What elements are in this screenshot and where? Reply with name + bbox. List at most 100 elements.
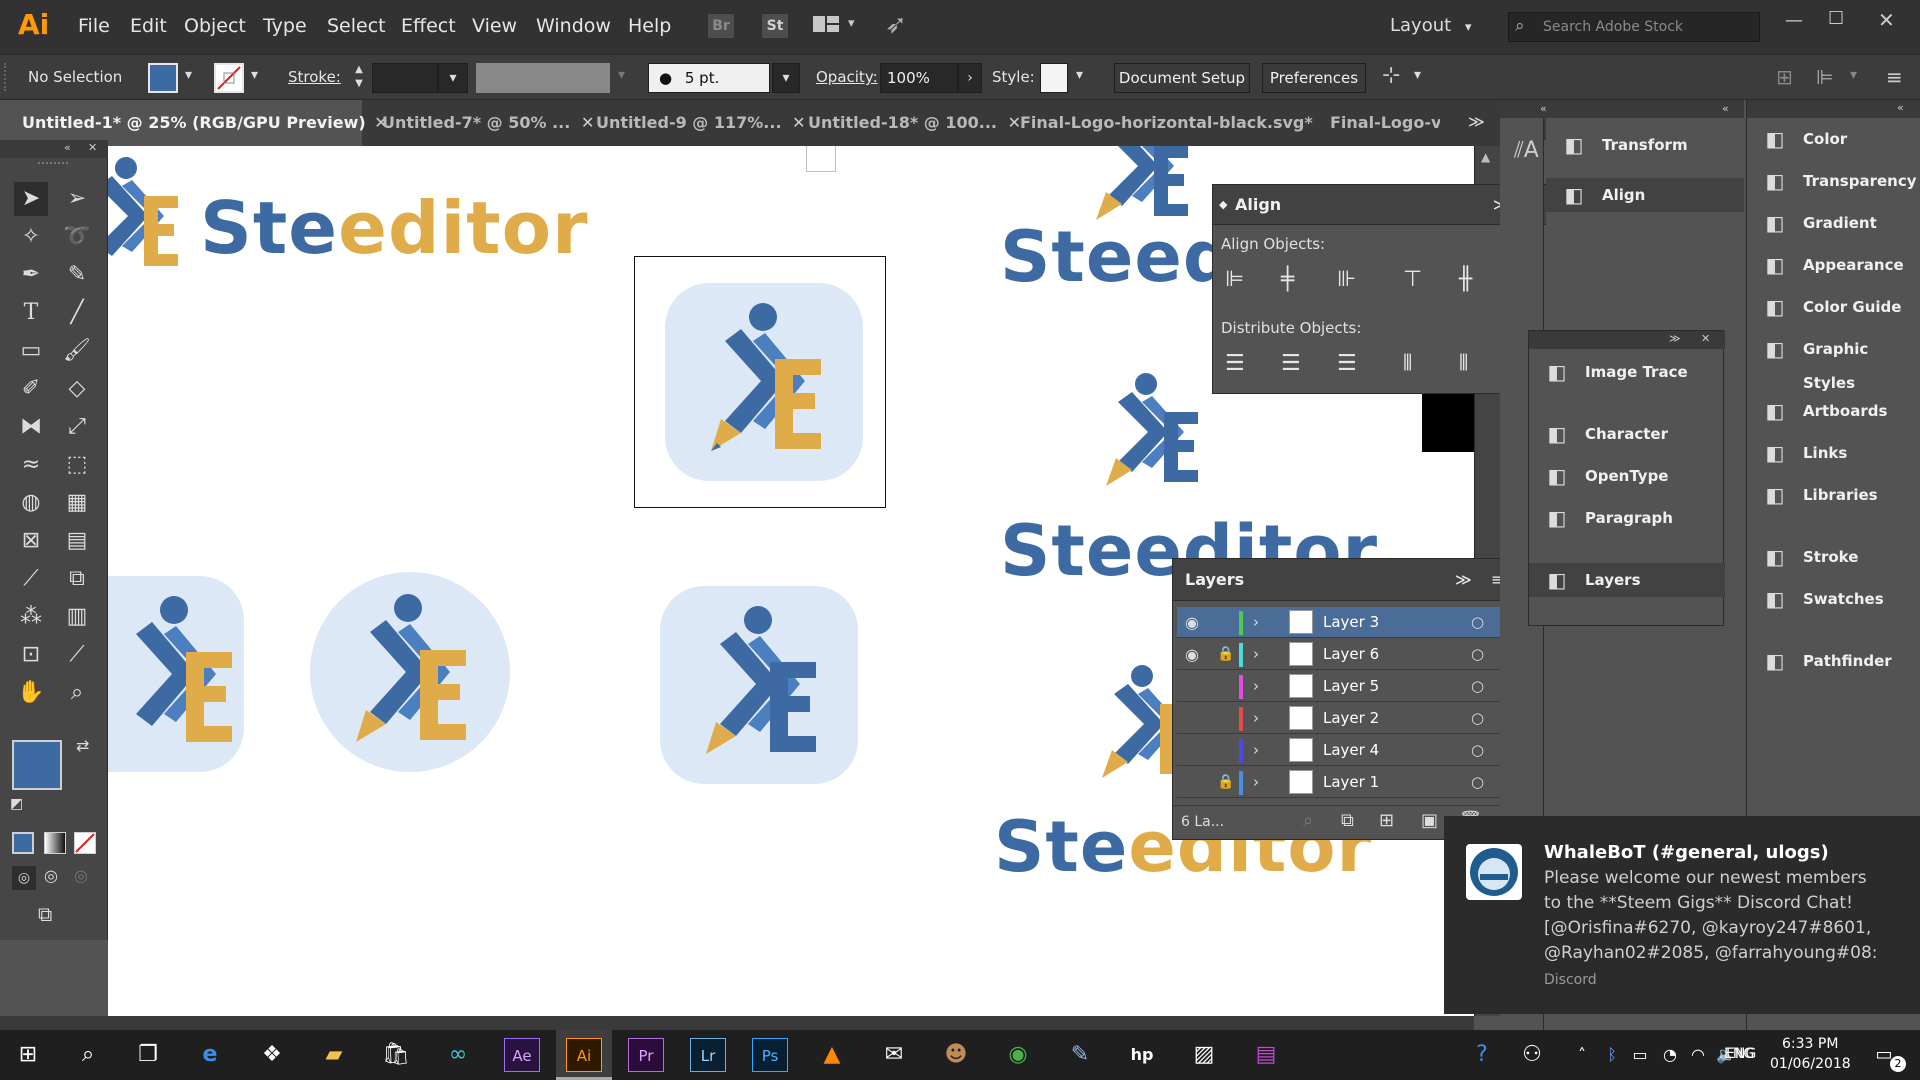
layer-row[interactable]: › Layer 2 ○ — [1177, 703, 1503, 734]
curvature-tool-icon[interactable]: ✎ — [60, 258, 94, 292]
expand-chevron-icon[interactable]: › — [1253, 671, 1259, 702]
gpu-performance-icon[interactable]: ➶ — [885, 10, 907, 40]
stroke-swatch[interactable] — [214, 63, 244, 93]
premiere-icon[interactable]: Pr — [628, 1038, 664, 1072]
menu-window[interactable]: Window — [536, 15, 611, 37]
close-icon[interactable]: ✕ — [88, 141, 97, 154]
layer-name[interactable]: Layer 3 — [1323, 607, 1379, 638]
language-label[interactable]: ENG — [1726, 1046, 1756, 1062]
width-tool-icon[interactable]: ≈ — [14, 448, 48, 482]
default-colors-icon[interactable]: ◩ — [10, 796, 23, 812]
dock-item-libraries[interactable]: ◧ Libraries — [1747, 478, 1920, 512]
expand-chevron-icon[interactable]: › — [1253, 639, 1259, 670]
search-input[interactable]: Search Adobe Stock — [1543, 19, 1683, 35]
close-icon[interactable]: ✕ — [581, 100, 594, 146]
windows-start-icon[interactable]: ⊞ — [10, 1038, 46, 1072]
gradient-mode-icon[interactable] — [44, 832, 66, 854]
symbol-sprayer-tool-icon[interactable]: ⁂ — [14, 600, 48, 634]
dropbox-icon[interactable]: ❖ — [254, 1038, 290, 1072]
stroke-weight-input[interactable] — [372, 63, 438, 93]
lasso-tool-icon[interactable]: ➰ — [60, 220, 94, 254]
visibility-eye-icon[interactable]: ◉ — [1185, 639, 1199, 670]
dock-item-paragraph[interactable]: ◧ Paragraph — [1529, 501, 1725, 535]
stroke-weight-stepper[interactable]: ▲ ▼ — [350, 63, 368, 93]
selected-badge-frame[interactable] — [634, 256, 886, 508]
lightroom-icon[interactable]: Lr — [690, 1038, 726, 1072]
stock-button[interactable]: St — [762, 14, 788, 38]
align-top-icon[interactable]: ⊤ — [1403, 267, 1422, 292]
fill-color-large[interactable] — [12, 740, 62, 790]
arrange-documents-icon[interactable] — [812, 14, 842, 36]
layer-name[interactable]: Layer 6 — [1323, 639, 1379, 670]
layer-row[interactable]: › Layer 5 ○ — [1177, 671, 1503, 702]
align-to-icon[interactable]: ⊫ — [1816, 65, 1833, 89]
hand-tool-icon[interactable]: ✋ — [14, 676, 48, 710]
dock-item-pathfinder[interactable]: ◧ Pathfinder — [1747, 644, 1920, 678]
chevron-down-icon[interactable]: ▾ — [1414, 67, 1421, 83]
panel-toggle-icon[interactable]: ⊞ — [1776, 65, 1793, 89]
selection-tool-icon[interactable]: ➤ — [14, 182, 48, 216]
pen-tool-icon[interactable]: ✒ — [14, 258, 48, 292]
close-icon[interactable]: ✕ — [792, 100, 805, 146]
winrar-icon[interactable]: ▤ — [1248, 1038, 1284, 1072]
lock-icon[interactable]: 🔒 — [1217, 767, 1234, 798]
people-icon[interactable]: ⚇ — [1514, 1038, 1550, 1072]
file-explorer-icon[interactable]: ▰ — [316, 1038, 352, 1072]
stroke-weight-dropdown[interactable]: ▾ — [438, 63, 468, 93]
photos-icon[interactable]: ▨ — [1186, 1038, 1222, 1072]
menu-select[interactable]: Select — [327, 15, 386, 37]
collapse-icon[interactable]: « — [1897, 101, 1904, 114]
photoshop-icon[interactable]: Ps — [752, 1038, 788, 1072]
reflect-tool-icon[interactable]: ⧓ — [14, 410, 48, 444]
shaper-tool-icon[interactable]: ✐ — [14, 372, 48, 406]
dock-item-swatches[interactable]: ◧ Swatches — [1747, 582, 1920, 616]
stroke-label[interactable]: Stroke: — [288, 68, 341, 86]
dock-item-gradient[interactable]: ◧ Gradient — [1747, 206, 1920, 240]
gradient-tool-icon[interactable]: ▤ — [60, 524, 94, 558]
touch-type-icon[interactable]: ⫽A — [1514, 138, 1539, 163]
dock-item-graphic-styles[interactable]: ◧ Graphic Styles — [1747, 332, 1920, 392]
color-mode-icon[interactable] — [12, 832, 34, 854]
layer-row[interactable]: 🔒 › Layer 1 ○ — [1177, 767, 1503, 798]
collapse-icon[interactable]: « — [1722, 102, 1729, 115]
collapse-icon[interactable]: « — [1540, 102, 1547, 115]
distribute-hcenter-icon[interactable]: ⫴ — [1459, 351, 1468, 376]
expand-chevron-icon[interactable]: › — [1253, 703, 1259, 734]
create-sublayer-icon[interactable]: ⊞ — [1379, 810, 1394, 831]
infinity-app-icon[interactable]: ∞ — [440, 1038, 476, 1072]
help-icon[interactable]: ? — [1464, 1038, 1500, 1072]
dock-item-artboards[interactable]: ◧ Artboards — [1747, 394, 1920, 428]
layer-name[interactable]: Layer 1 — [1323, 767, 1379, 798]
layer-row[interactable]: ◉ 🔒 › Layer 6 ○ — [1177, 639, 1503, 670]
opacity-arrow[interactable]: › — [958, 63, 982, 93]
target-circle-icon[interactable]: ○ — [1471, 703, 1484, 734]
clock-time[interactable]: 6:33 PM — [1782, 1036, 1838, 1052]
distribute-bottom-icon[interactable]: ☰ — [1337, 351, 1357, 376]
swap-colors-icon[interactable]: ⇄ — [76, 736, 89, 755]
dock-item-image-trace[interactable]: ◧ Image Trace — [1529, 355, 1725, 389]
preferences-button[interactable]: Preferences — [1262, 63, 1366, 93]
screen-mode-icon[interactable]: ⧉ — [38, 902, 52, 926]
document-setup-button[interactable]: Document Setup — [1114, 63, 1250, 93]
collapse-icon[interactable]: ≫ — [1669, 332, 1681, 345]
opacity-input[interactable]: 100% — [880, 63, 958, 93]
language-indicator[interactable]: ENG — [1724, 1046, 1754, 1062]
menu-object[interactable]: Object — [184, 15, 246, 37]
lock-icon[interactable]: 🔒 — [1217, 639, 1234, 670]
rectangle-tool-icon[interactable]: ▭ — [14, 334, 48, 368]
target-circle-icon[interactable]: ○ — [1471, 767, 1484, 798]
expand-chevron-icon[interactable]: › — [1253, 735, 1259, 766]
close-icon[interactable]: ✕ — [1701, 332, 1710, 345]
align-hcenter-icon[interactable]: ╪ — [1281, 267, 1294, 292]
tab-untitled-18[interactable]: Untitled-18* @ 100... ✕ — [808, 100, 1021, 146]
chevron-down-icon[interactable]: ▾ — [1076, 67, 1083, 83]
distribute-vcenter-icon[interactable]: ☰ — [1281, 351, 1301, 376]
chrome-icon[interactable]: ◉ — [1000, 1038, 1036, 1072]
hp-icon[interactable]: hp — [1124, 1038, 1160, 1072]
graph-tool-icon[interactable]: ▥ — [60, 600, 94, 634]
free-transform-tool-icon[interactable]: ⬚ — [60, 448, 94, 482]
shape-builder-tool-icon[interactable]: ◍ — [14, 486, 48, 520]
store-icon[interactable]: 🛍 — [378, 1038, 414, 1072]
dock-item-stroke[interactable]: ◧ Stroke — [1747, 540, 1920, 574]
menu-icon[interactable]: ≡ — [1886, 65, 1903, 89]
